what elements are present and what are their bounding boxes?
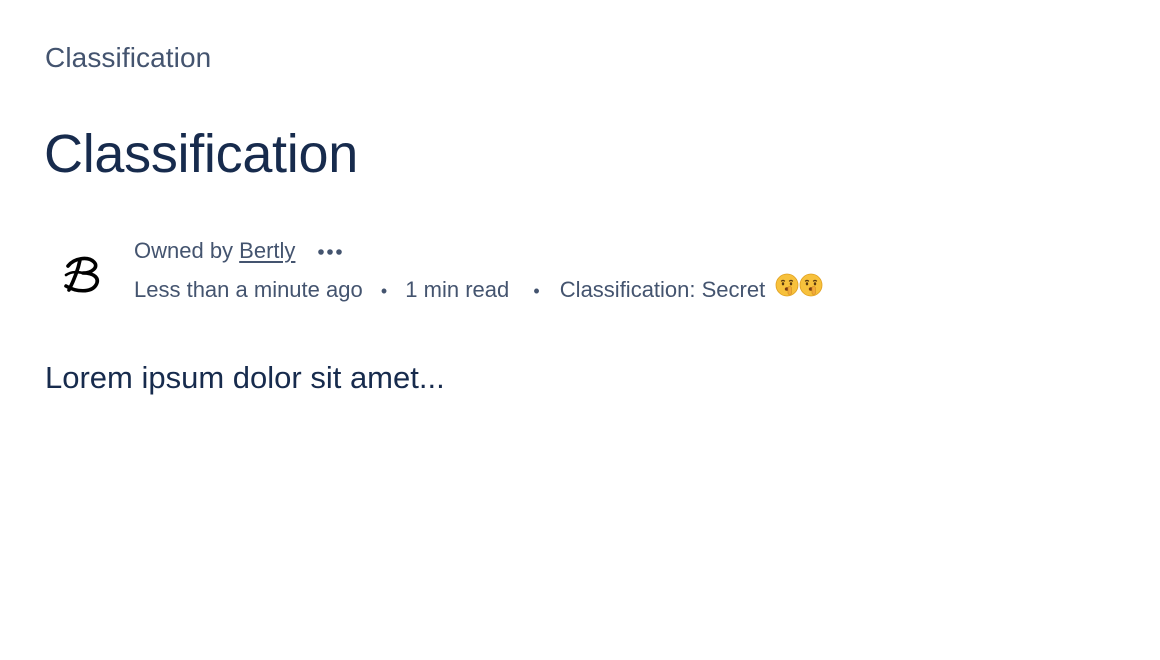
shushing-face-icon xyxy=(775,273,799,305)
owner-link[interactable]: Bertly xyxy=(239,238,295,263)
last-updated-text[interactable]: Less than a minute ago xyxy=(134,277,363,302)
classification-label[interactable]: Classification: Secret xyxy=(560,277,765,302)
more-horizontal-icon xyxy=(317,249,342,255)
shushing-face-icon xyxy=(799,273,823,305)
breadcrumb[interactable]: Classification xyxy=(45,40,211,76)
page-meta-line: Less than a minute ago • 1 min read • Cl… xyxy=(134,273,823,307)
owned-by-label: Owned by xyxy=(134,238,240,263)
byline: Owned by Bertly Less than a minute ago •… xyxy=(54,232,954,316)
more-actions-button[interactable] xyxy=(316,240,346,260)
avatar[interactable] xyxy=(54,244,110,300)
confluence-page: Classification Classification Owned by B… xyxy=(0,0,1160,660)
owner-line: Owned by Bertly xyxy=(134,236,346,266)
read-time-text: 1 min read xyxy=(405,277,510,302)
separator-dot: • xyxy=(380,281,388,301)
page-body-text: Lorem ipsum dolor sit amet... xyxy=(45,360,445,395)
avatar-b-logo-icon xyxy=(64,256,99,293)
separator-dot: • xyxy=(533,281,540,301)
page-title: Classification xyxy=(44,124,358,184)
